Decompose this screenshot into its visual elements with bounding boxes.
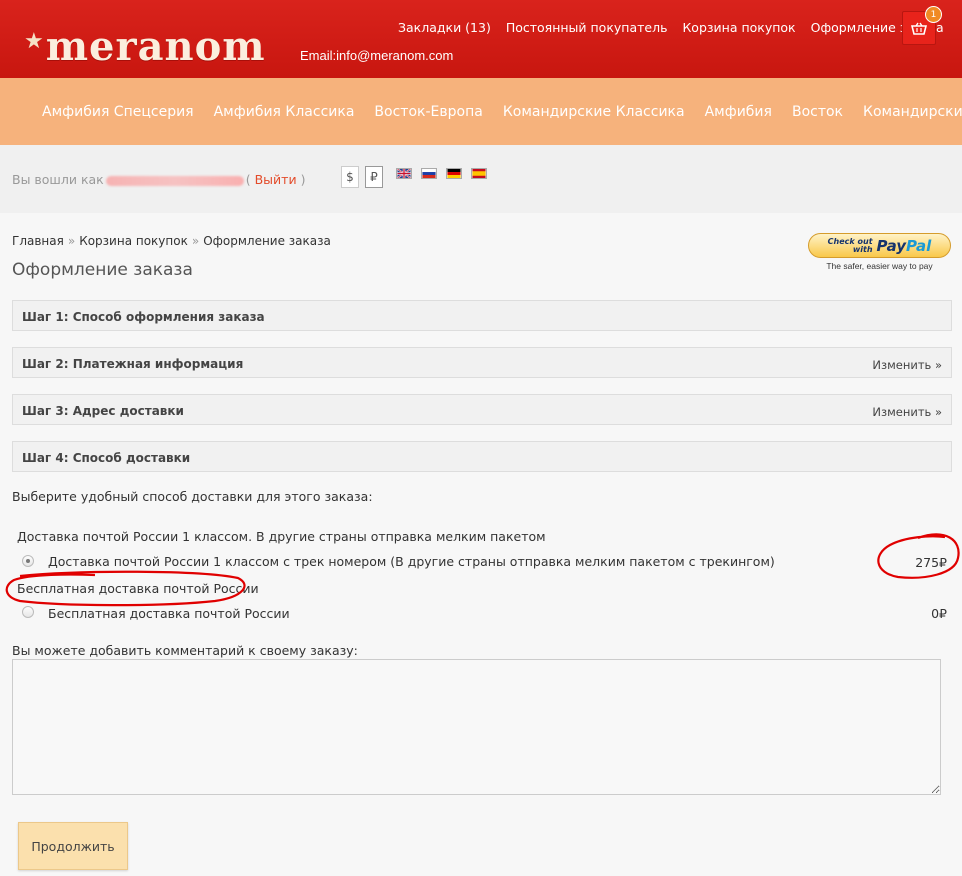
page-title: Оформление заказа [12,260,193,280]
step-4-header[interactable]: Шаг 4: Способ доставки [12,441,952,472]
nav-item-amphibia-special[interactable]: Амфибия Спецсерия [42,104,194,120]
continue-button[interactable]: Продолжить [18,822,128,870]
breadcrumb-separator: » [67,234,76,248]
shipping-prompt: Выберите удобный способ доставки для это… [12,489,373,504]
nav-item-vostok[interactable]: Восток [792,104,843,120]
step-1-header[interactable]: Шаг 1: Способ оформления заказа [12,300,952,331]
step-1-title: Шаг 1: Способ оформления заказа [22,310,265,324]
top-links: Закладки (13) Постоянный покупатель Корз… [398,20,944,35]
paypal-checkout-button[interactable]: Check out with PayPal [808,233,951,258]
flag-es-icon[interactable] [471,168,487,179]
shipping-option-label[interactable]: Бесплатная доставка почтой России [48,606,290,621]
logo-text: meranom [45,22,266,70]
breadcrumb-cart[interactable]: Корзина покупок [79,234,188,248]
comment-textarea[interactable] [12,659,941,795]
top-link-bookmarks[interactable]: Закладки (13) [398,20,491,35]
logged-in-prefix: Вы вошли как [12,172,104,187]
shipping-group-title: Доставка почтой России 1 классом. В друг… [17,529,546,544]
comment-label: Вы можете добавить комментарий к своему … [12,643,358,658]
step-2-edit-link[interactable]: Изменить » [872,358,942,372]
nav-item-amphibia-classic[interactable]: Амфибия Классика [214,104,355,120]
shipping-group-title: Бесплатная доставка почтой России [17,581,259,596]
step-3-header[interactable]: Шаг 3: Адрес доставки Изменить » [12,394,952,425]
logout-paren-open: ( [245,172,251,187]
site-header: ★ meranom Закладки (13) Постоянный покуп… [0,0,962,78]
paypal-logo-pal: Pal [906,236,932,255]
paypal-logo-pay: Pay [876,236,907,255]
shipping-option-price: 0₽ [931,606,947,621]
basket-icon [911,22,927,35]
step-3-edit-link[interactable]: Изменить » [872,405,942,419]
shipping-option-label[interactable]: Доставка почтой России 1 классом с трек … [48,554,775,569]
paypal-line2: with [852,244,873,254]
logo[interactable]: ★ meranom [24,22,266,70]
logout-paren-close: ) [300,172,306,187]
step-4-title: Шаг 4: Способ доставки [22,451,191,465]
nav-item-amphibia[interactable]: Амфибия [705,104,772,120]
logged-in-text: Вы вошли как ( Выйти ) [12,172,305,187]
breadcrumb-checkout[interactable]: Оформление заказа [203,234,331,248]
step-2-title: Шаг 2: Платежная информация [22,357,244,371]
paypal-checkout-text: Check out with [828,237,873,254]
nav-item-komandirskie-classic[interactable]: Командирские Классика [503,104,685,120]
user-bar: Вы вошли как ( Выйти ) [0,145,962,213]
breadcrumb-home[interactable]: Главная [12,234,64,248]
shipping-option-radio[interactable] [22,606,34,618]
paypal-checkout: Check out with PayPal The safer, easier … [808,233,951,271]
step-2-header[interactable]: Шаг 2: Платежная информация Изменить » [12,347,952,378]
shipping-option-radio[interactable] [22,555,34,567]
redacted-username [105,175,244,186]
flag-en-icon[interactable] [396,168,412,179]
breadcrumb: Главная» Корзина покупок» Оформление заказ… [12,234,331,248]
nav-item-vostok-europe[interactable]: Восток-Европа [374,104,482,120]
logout-link[interactable]: Выйти [255,172,297,187]
shipping-option-price: 275₽ [915,555,947,570]
cart-count-badge: 1 [925,6,942,23]
flag-de-icon[interactable] [446,168,462,179]
step-3-title: Шаг 3: Адрес доставки [22,404,184,418]
logo-star-icon: ★ [24,28,44,54]
currency-usd-button[interactable]: $ [341,166,359,188]
breadcrumb-separator: » [191,234,200,248]
paypal-tagline: The safer, easier way to pay [826,261,933,271]
top-link-cart[interactable]: Корзина покупок [682,20,795,35]
contact-email[interactable]: Email:info@meranom.com [300,48,453,63]
top-link-account[interactable]: Постоянный покупатель [506,20,668,35]
main-nav: Амфибия Спецсерия Амфибия Классика Восто… [0,78,962,145]
nav-item-komandirskie[interactable]: Командирские [863,104,962,120]
flag-ru-icon[interactable] [421,168,437,179]
currency-rub-button[interactable]: ₽ [365,166,383,188]
paypal-logo: PayPal [877,237,932,255]
